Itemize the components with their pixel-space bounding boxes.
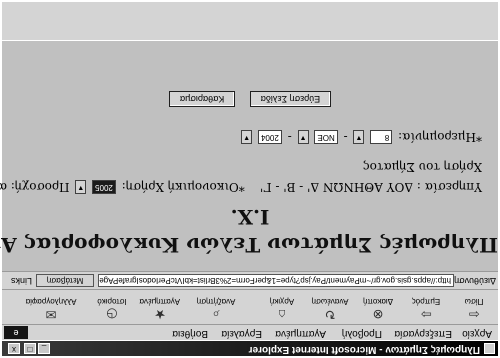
search-button[interactable]: ⌕ Αναζήτηση bbox=[196, 292, 236, 322]
page-title: Πληρωμές Σημάτων Τελών Κυκλοφορίας Αυτοκ… bbox=[0, 233, 498, 257]
links-button[interactable]: Links bbox=[11, 276, 32, 286]
menu-file[interactable]: Αρχείο bbox=[462, 328, 492, 339]
home-button[interactable]: ⌂ Αρχική bbox=[262, 292, 302, 322]
title-bar: Πληρωμές Σημάτων - Microsoft Internet Ex… bbox=[2, 341, 498, 356]
chevron-down-icon[interactable]: ▼ bbox=[75, 180, 87, 195]
home-label: Αρχική bbox=[269, 297, 295, 306]
month-select[interactable]: ΝΟΕ bbox=[314, 130, 338, 145]
search-page-button[interactable]: Εύρεση Σελίδα bbox=[249, 91, 332, 107]
favorites-label: Αγαπημένα bbox=[139, 297, 180, 306]
window-title: Πληρωμές Σημάτων - Microsoft Internet Ex… bbox=[248, 344, 480, 355]
browser-window: Πληρωμές Σημάτων - Microsoft Internet Ex… bbox=[0, 0, 500, 358]
ie-window-icon bbox=[484, 343, 495, 354]
close-button[interactable]: x bbox=[8, 343, 20, 354]
service-label: Υπηρεσία : ΔΟΥ ΑΘΗΝΩΝ Δ' - Β' - Γ' bbox=[260, 180, 482, 195]
chevron-down-icon[interactable]: ▼ bbox=[241, 130, 253, 145]
chevron-down-icon[interactable]: ▼ bbox=[353, 130, 365, 145]
ie-logo-icon: e bbox=[4, 326, 28, 339]
stop-button[interactable]: ⊗ Διακοπή bbox=[358, 292, 398, 322]
fiscal-year-label: *Οικονομική Χρήση: bbox=[121, 180, 245, 195]
day-select[interactable]: 8 bbox=[370, 130, 393, 145]
chevron-down-icon[interactable]: ▼ bbox=[297, 130, 309, 145]
year-select[interactable]: 2004 bbox=[258, 130, 282, 145]
usage-label: Χρήση του Σήματος bbox=[362, 160, 482, 175]
maximize-button[interactable]: □ bbox=[24, 343, 36, 354]
bottom-area bbox=[2, 2, 498, 40]
address-bar: Διεύθυνση http://apps.gsis.gov.gr/~mPaym… bbox=[2, 271, 498, 289]
mail-button[interactable]: ✉ Αλληλογραφία bbox=[22, 292, 80, 322]
address-input[interactable]: http://apps.gsis.gov.gr/~mPayment/Pay.js… bbox=[98, 274, 454, 287]
address-label: Διεύθυνση bbox=[454, 276, 496, 286]
menu-bar: Αρχείο Επεξεργασία Προβολή Αγαπημένα Εργ… bbox=[2, 324, 498, 340]
page-content: Πληρωμές Σημάτων Τελών Κυκλοφορίας Αυτοκ… bbox=[0, 41, 498, 271]
back-label: Πίσω bbox=[464, 297, 484, 306]
menu-help[interactable]: Βοήθεια bbox=[172, 328, 208, 339]
favorites-icon: ★ bbox=[154, 307, 166, 322]
menu-edit[interactable]: Επεξεργασία bbox=[394, 328, 452, 339]
forward-button[interactable]: ⇨ Εμπρός bbox=[406, 292, 446, 322]
back-arrow-icon: ⇦ bbox=[468, 307, 480, 322]
date-label: *Ημερομηνία: bbox=[398, 130, 482, 145]
home-icon: ⌂ bbox=[278, 307, 286, 322]
page-subtitle: I.X. bbox=[230, 205, 270, 229]
forward-arrow-icon: ⇨ bbox=[420, 307, 432, 322]
back-button[interactable]: ⇦ Πίσω bbox=[454, 292, 494, 322]
forward-label: Εμπρός bbox=[411, 297, 441, 306]
history-label: Ιστορικό bbox=[97, 297, 127, 306]
service-row: Υπηρεσία : ΔΟΥ ΑΘΗΝΩΝ Δ' - Β' - Γ' *Οικο… bbox=[0, 180, 482, 196]
date-row: *Ημερομηνία: 8 ▼ - ΝΟΕ ▼ - 2004 ▼ bbox=[239, 130, 482, 146]
menu-tools[interactable]: Εργαλεία bbox=[221, 328, 262, 339]
mail-icon: ✉ bbox=[45, 307, 57, 322]
fiscal-year-note: Προσοχή: αφορά στη bbox=[0, 180, 70, 195]
history-icon: ◷ bbox=[106, 307, 118, 322]
menu-favorites[interactable]: Αγαπημένα bbox=[275, 328, 326, 339]
mail-label: Αλληλογραφία bbox=[25, 297, 77, 306]
stop-icon: ⊗ bbox=[372, 307, 384, 322]
standard-toolbar: ⇦ Πίσω ⇨ Εμπρός ⊗ Διακοπή ↻ Ανανέωση ⌂ Α… bbox=[2, 289, 498, 324]
usage-row: Χρήση του Σήματος bbox=[363, 161, 482, 176]
clear-button[interactable]: Καθαρισμα bbox=[168, 91, 236, 107]
stop-label: Διακοπή bbox=[363, 297, 393, 306]
search-label: Αναζήτηση bbox=[196, 297, 236, 306]
refresh-button[interactable]: ↻ Ανανέωση bbox=[310, 292, 350, 322]
minimize-button[interactable]: _ bbox=[38, 343, 50, 354]
menu-view[interactable]: Προβολή bbox=[342, 328, 382, 339]
refresh-label: Ανανέωση bbox=[311, 297, 349, 306]
refresh-icon: ↻ bbox=[324, 307, 336, 322]
go-button[interactable]: Μετάβαση bbox=[36, 274, 94, 287]
history-button[interactable]: ◷ Ιστορικό bbox=[92, 292, 132, 322]
fiscal-year-select[interactable]: 2005 bbox=[92, 180, 116, 195]
search-icon: ⌕ bbox=[212, 307, 220, 322]
favorites-button[interactable]: ★ Αγαπημένα bbox=[139, 292, 180, 322]
form-buttons: Εύρεση Σελίδα Καθαρισμα bbox=[2, 91, 498, 109]
